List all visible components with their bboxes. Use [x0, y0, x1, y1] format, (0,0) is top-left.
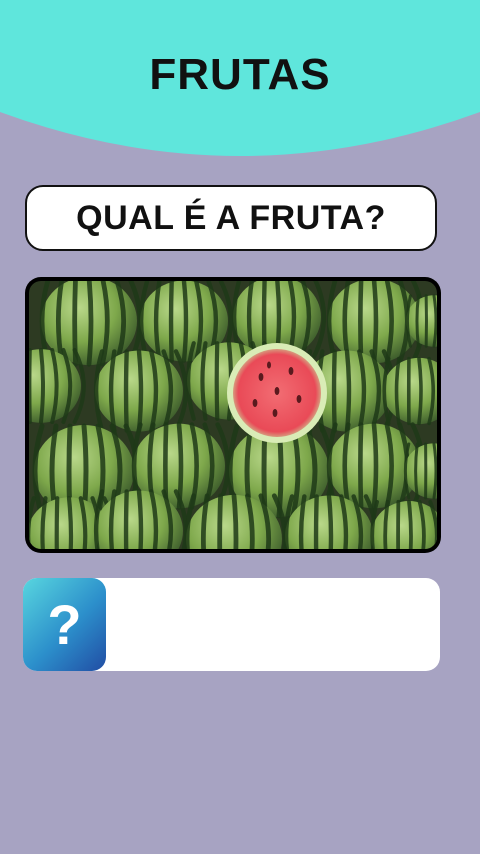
question-card: QUAL É A FRUTA? [25, 185, 437, 251]
answer-text [120, 600, 420, 650]
fruit-image-frame [25, 277, 441, 553]
watermelon-image [29, 281, 437, 549]
cut-watermelon-half [227, 343, 327, 443]
page-title: FRUTAS [149, 50, 331, 99]
question-mark-glyph: ? [47, 592, 82, 656]
header-banner: FRUTAS [0, 0, 480, 160]
question-mark-icon: ? [23, 578, 106, 671]
question-text: QUAL É A FRUTA? [76, 198, 386, 237]
